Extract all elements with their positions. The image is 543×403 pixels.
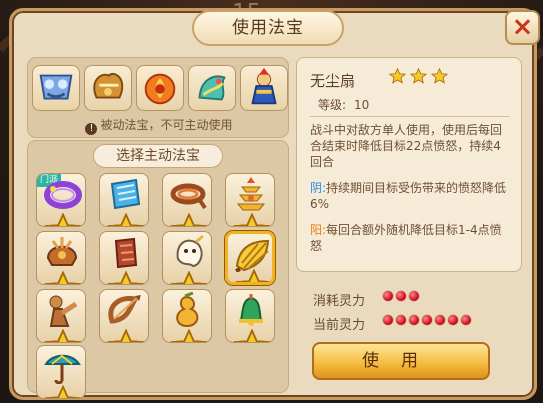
yang-effect: 阳:每回合额外随机降低目标1-4点愤怒 bbox=[310, 223, 502, 253]
current-power-meter bbox=[383, 315, 471, 325]
current-power-label: 当前灵力 bbox=[313, 318, 366, 333]
power-dot bbox=[409, 315, 419, 325]
golden-pagoda-icon bbox=[236, 177, 266, 211]
item-stars bbox=[164, 269, 211, 284]
item-stars bbox=[164, 327, 211, 342]
treasure-description: 战斗中对敌方单人使用，使用后每回合结束时降低目标22点愤怒，持续4回合 bbox=[310, 123, 503, 169]
star-icon bbox=[107, 213, 145, 226]
close-button[interactable]: × bbox=[505, 10, 540, 45]
treasure-golden-pagoda[interactable] bbox=[225, 173, 275, 227]
item-stars bbox=[229, 267, 272, 282]
star-icon bbox=[107, 329, 145, 342]
wood-figure-icon bbox=[49, 295, 78, 327]
treasure-blue-scroll[interactable] bbox=[99, 173, 149, 227]
passive-treasure-5[interactable] bbox=[240, 65, 288, 111]
star-icon bbox=[170, 271, 208, 284]
treasure-golden-gourd[interactable] bbox=[162, 289, 212, 343]
close-icon: × bbox=[511, 12, 534, 42]
red-bracer-icon bbox=[114, 237, 138, 269]
item-stars bbox=[101, 211, 148, 226]
star-icon bbox=[233, 329, 271, 342]
star-icon bbox=[44, 385, 82, 398]
detail-divider bbox=[310, 116, 510, 117]
item-stars bbox=[164, 211, 211, 226]
power-dot bbox=[383, 291, 393, 301]
passive-note: ! 被动法宝，不可主动使用 bbox=[28, 116, 290, 135]
power-dot bbox=[422, 315, 432, 325]
star-icon bbox=[44, 329, 82, 342]
use-button[interactable]: 使用 bbox=[312, 342, 490, 380]
treasure-green-bell[interactable] bbox=[225, 289, 275, 343]
item-stars bbox=[101, 327, 148, 342]
star-icon bbox=[431, 68, 448, 84]
item-stars bbox=[38, 211, 85, 226]
item-stars bbox=[227, 327, 274, 342]
bow-weapon-icon bbox=[108, 295, 141, 324]
consume-power-label: 消耗灵力 bbox=[313, 294, 366, 309]
power-dot bbox=[383, 315, 393, 325]
treasure-level: 等级: 10 bbox=[318, 98, 370, 112]
star-icon bbox=[233, 213, 271, 226]
treasure-rating bbox=[389, 68, 448, 85]
treasure-ghost-spirit[interactable] bbox=[162, 231, 212, 285]
yin-effect: 阴:持续期间目标受伤带来的愤怒降低6% bbox=[310, 181, 507, 211]
treasure-detail-panel: 无尘扇 等级: 10 战斗中对敌方单人使用，使用后每回合结束时降低目标22点愤怒，… bbox=[296, 57, 522, 272]
star-icon bbox=[389, 68, 406, 84]
passive-treasure-panel: ! 被动法宝，不可主动使用 bbox=[27, 57, 289, 138]
star-icon bbox=[44, 271, 82, 284]
treasure-brown-rope[interactable] bbox=[162, 173, 212, 227]
item-stars bbox=[227, 211, 274, 226]
passive-treasure-3[interactable] bbox=[136, 65, 184, 111]
item-stars bbox=[101, 269, 148, 284]
green-umbrella-icon bbox=[44, 354, 81, 384]
treasure-golden-fan[interactable] bbox=[225, 231, 275, 285]
golden-gourd-icon bbox=[176, 292, 199, 328]
star-icon bbox=[170, 213, 208, 226]
star-icon bbox=[235, 269, 272, 282]
treasure-purple-ring[interactable]: 门派 bbox=[36, 173, 86, 227]
passive-treasure-2[interactable] bbox=[84, 65, 132, 111]
star-icon bbox=[44, 213, 82, 226]
power-dot bbox=[396, 291, 406, 301]
treasure-bronze-helmet[interactable] bbox=[36, 231, 86, 285]
item-stars bbox=[38, 383, 85, 398]
power-dot bbox=[435, 315, 445, 325]
passive-treasure-4[interactable] bbox=[188, 65, 236, 111]
star-icon bbox=[107, 271, 145, 284]
star-icon bbox=[410, 68, 427, 84]
active-treasure-panel: 选择主动法宝 门派 bbox=[27, 140, 289, 399]
power-dot bbox=[396, 315, 406, 325]
brown-rope-icon bbox=[170, 183, 207, 210]
power-dot bbox=[461, 315, 471, 325]
treasure-red-bracer[interactable] bbox=[99, 231, 149, 285]
treasure-dialog: 15 使用法宝 × !被动法宝，不可主动使用 选择主动法宝 门派 bbox=[0, 0, 543, 403]
dialog-title: 使用法宝 bbox=[192, 10, 344, 46]
item-stars bbox=[38, 327, 85, 342]
item-stars bbox=[38, 269, 85, 284]
treasure-bow-weapon[interactable] bbox=[99, 289, 149, 343]
power-dot bbox=[409, 291, 419, 301]
ghost-spirit-icon bbox=[176, 234, 204, 268]
treasure-wood-figure[interactable] bbox=[36, 289, 86, 343]
star-icon bbox=[170, 329, 208, 342]
bronze-helmet-icon bbox=[46, 237, 78, 266]
passive-treasure-1[interactable] bbox=[32, 65, 80, 111]
consume-power-meter bbox=[383, 291, 419, 301]
power-dot bbox=[448, 315, 458, 325]
active-section-title: 选择主动法宝 bbox=[93, 144, 223, 168]
info-icon: ! bbox=[85, 123, 98, 135]
blue-scroll-icon bbox=[110, 178, 141, 210]
treasure-green-umbrella[interactable] bbox=[36, 345, 86, 399]
treasure-name: 无尘扇 bbox=[310, 72, 356, 90]
purple-ring-icon bbox=[44, 181, 82, 209]
green-bell-icon bbox=[239, 294, 263, 326]
